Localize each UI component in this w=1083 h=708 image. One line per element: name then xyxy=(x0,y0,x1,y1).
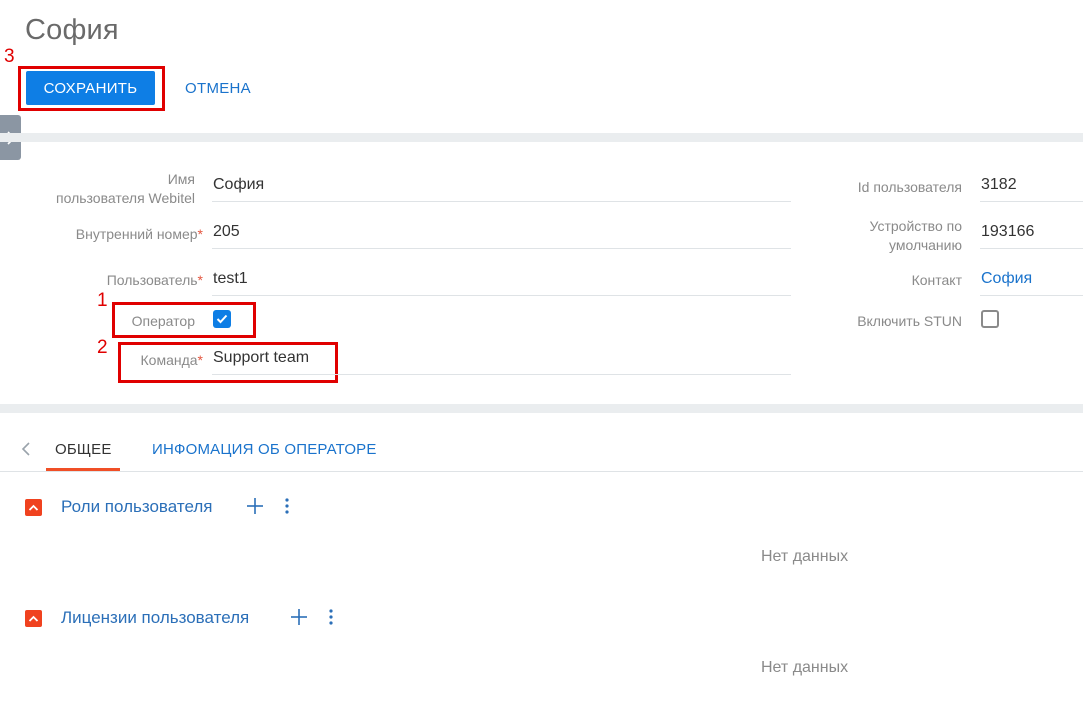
chevron-left-icon xyxy=(21,442,30,456)
collapse-up-icon xyxy=(28,504,39,511)
licenses-more-button[interactable] xyxy=(326,608,336,631)
roles-empty-text: Нет данных xyxy=(761,548,849,565)
internal-number-label-text: Внутренний номер xyxy=(75,226,198,242)
internal-number-value[interactable]: 205 xyxy=(213,223,240,241)
team-value[interactable]: Support team xyxy=(213,349,309,367)
default-device-value[interactable]: 193166 xyxy=(981,223,1034,241)
roles-collapse-button[interactable] xyxy=(25,499,42,516)
enable-stun-label: Включить STUN xyxy=(857,313,962,329)
page-title: София xyxy=(25,14,119,46)
save-button[interactable]: СОХРАНИТЬ xyxy=(26,71,155,105)
user-label-text: Пользователь xyxy=(106,272,198,288)
tab-general[interactable]: ОБЩЕЕ xyxy=(55,441,112,458)
user-id-label: Id пользователя xyxy=(857,179,962,195)
roles-section-title[interactable]: Роли пользователя xyxy=(61,497,212,517)
internal-number-underline xyxy=(212,248,791,249)
default-device-label-line1: Устройство по xyxy=(869,218,963,234)
licenses-collapse-button[interactable] xyxy=(25,610,42,627)
required-mark: * xyxy=(197,352,203,368)
webitel-user-value[interactable]: София xyxy=(213,176,264,194)
user-id-value: 3182 xyxy=(981,176,1017,193)
roles-more-button[interactable] xyxy=(282,497,292,520)
default-device-label: Устройство по умолчанию xyxy=(790,217,963,255)
operator-checkbox[interactable] xyxy=(213,310,231,328)
more-vertical-icon xyxy=(329,609,333,625)
separator-top xyxy=(0,133,1083,142)
team-underline xyxy=(212,374,791,375)
tabs-divider xyxy=(0,471,1083,472)
user-value[interactable]: test1 xyxy=(213,270,248,288)
more-vertical-icon xyxy=(285,498,289,514)
separator-middle xyxy=(0,404,1083,413)
user-id-underline xyxy=(980,201,1083,202)
licenses-add-button[interactable] xyxy=(290,608,308,631)
cancel-button[interactable]: ОТМЕНА xyxy=(170,71,266,105)
annotation-number-3: 3 xyxy=(4,46,15,67)
team-label: Команда* xyxy=(20,351,204,370)
webitel-user-underline xyxy=(212,201,791,202)
contact-underline xyxy=(980,295,1083,296)
enable-stun-checkbox[interactable] xyxy=(981,310,999,328)
contact-label: Контакт xyxy=(911,272,962,288)
user-label: Пользователь* xyxy=(20,271,203,290)
licenses-section-title[interactable]: Лицензии пользователя xyxy=(61,608,249,628)
user-underline xyxy=(212,295,791,296)
plus-icon xyxy=(291,609,307,625)
annotation-number-1: 1 xyxy=(97,290,108,311)
tabs-scroll-left[interactable] xyxy=(20,441,32,462)
team-label-text: Команда xyxy=(140,352,198,368)
contact-link[interactable]: София xyxy=(981,270,1032,288)
default-device-underline xyxy=(980,248,1083,249)
collapse-up-icon xyxy=(28,615,39,622)
checkmark-icon xyxy=(216,314,228,324)
licenses-empty-text: Нет данных xyxy=(761,659,849,676)
webitel-user-label-line2: пользователя Webitel xyxy=(56,190,195,206)
operator-label: Оператор xyxy=(131,313,195,329)
tab-operator-info[interactable]: ИНФОМАЦИЯ ОБ ОПЕРАТОРЕ xyxy=(152,441,377,458)
internal-number-label: Внутренний номер* xyxy=(20,225,203,244)
required-mark: * xyxy=(197,226,203,242)
webitel-user-label: Имя пользователя Webitel xyxy=(20,170,195,208)
required-mark: * xyxy=(197,272,203,288)
plus-icon xyxy=(247,498,263,514)
roles-add-button[interactable] xyxy=(246,497,264,520)
default-device-label-line2: умолчанию xyxy=(889,237,962,253)
webitel-user-label-line1: Имя xyxy=(167,171,195,187)
